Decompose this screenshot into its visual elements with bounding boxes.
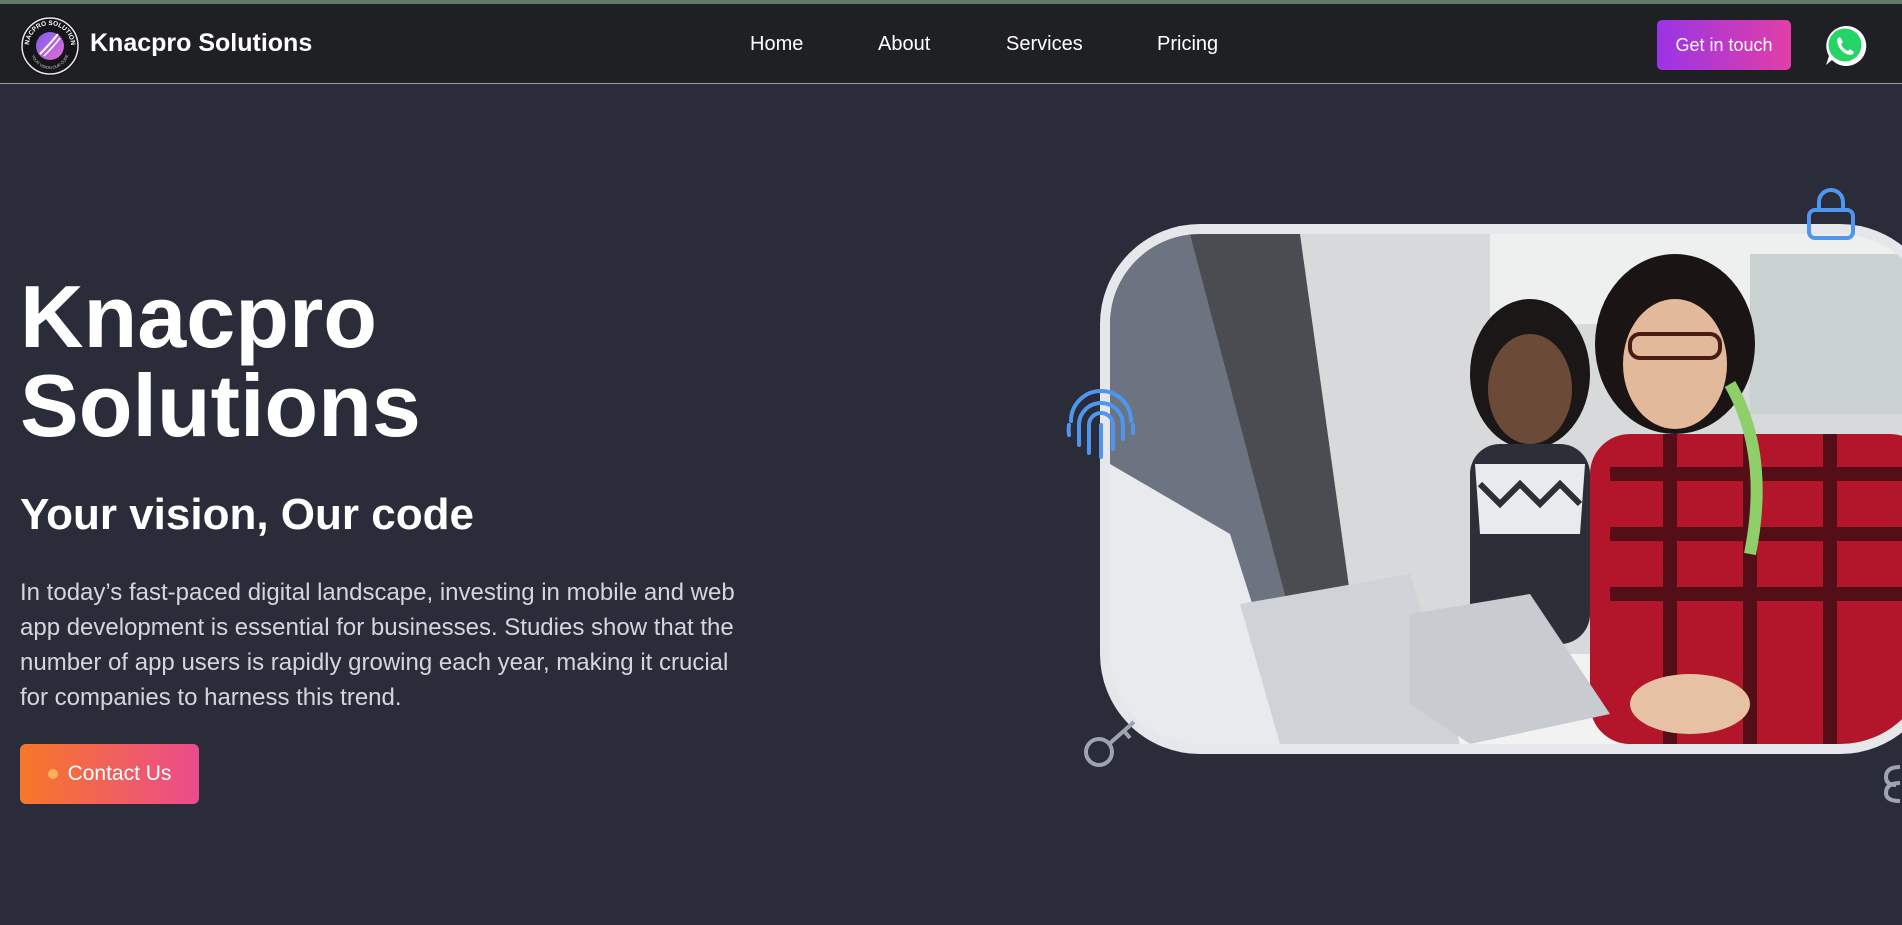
whatsapp-icon [1826,25,1867,66]
contact-us-button[interactable]: Contact Us [20,744,199,804]
lock-icon [1807,188,1855,240]
nav-link-services[interactable]: Services [1006,33,1083,56]
logo-icon: KNACPRO SOLUTIONS YOUR VISION OUR CODE [20,16,79,75]
key-icon [1084,720,1136,767]
navbar: KNACPRO SOLUTIONS YOUR VISION OUR CODE K… [0,4,1902,84]
contact-us-label: Contact Us [67,762,172,785]
logo[interactable]: KNACPRO SOLUTIONS YOUR VISION OUR CODE [20,16,80,76]
nav-link-about[interactable]: About [878,33,930,56]
fingerprint-icon [1066,389,1135,459]
get-in-touch-button[interactable]: Get in touch [1657,20,1791,70]
whatsapp-button[interactable] [1822,23,1868,69]
hero-image [1100,224,1902,754]
hero-description: In today’s fast-paced digital landscape,… [20,579,735,711]
dot-icon [47,769,58,779]
nav-link-home[interactable]: Home [750,33,803,56]
nav-link-pricing[interactable]: Pricing [1157,33,1218,56]
hero-subtitle: Your vision, Our code [20,490,474,539]
link-icon [1883,765,1901,803]
hero-photo-illustration [1110,234,1902,744]
hero-title: Knacpro Solutions [20,267,421,455]
brand-name[interactable]: Knacpro Solutions [90,29,312,58]
